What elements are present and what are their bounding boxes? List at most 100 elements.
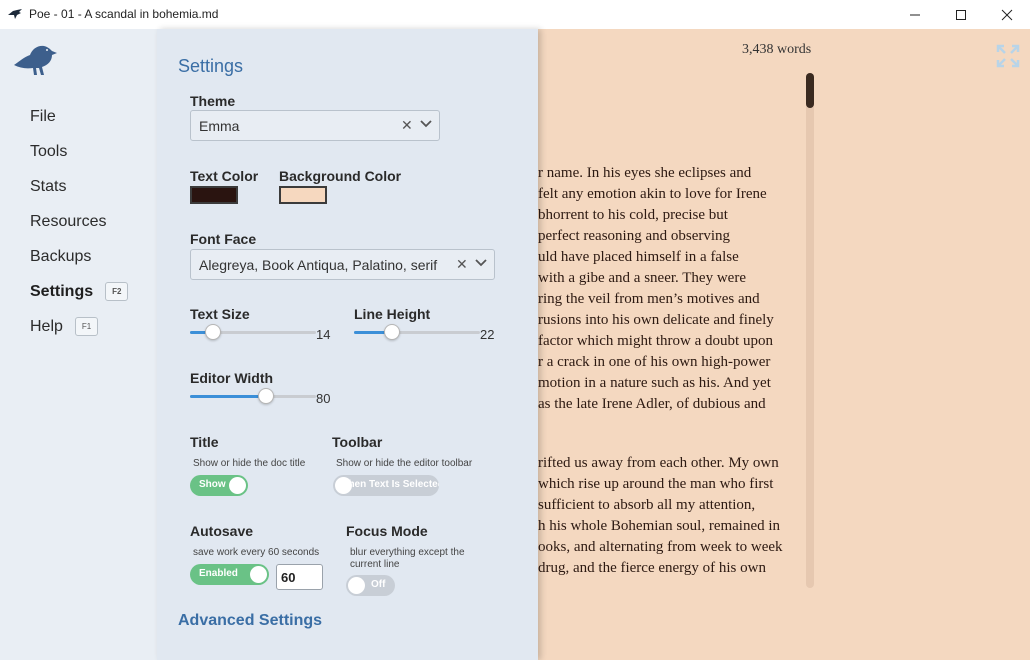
nav-item-label: Resources [30,213,107,230]
theme-select[interactable]: Emma ✕ [190,110,440,141]
nav-item-label: File [30,108,56,125]
font-face-select[interactable]: Alegreya, Book Antiqua, Palatino, serif … [190,249,495,280]
text-color-label: Text Color [190,168,259,184]
toggle-knob [335,477,352,494]
clear-icon[interactable]: ✕ [456,256,468,273]
text-line: with a gibe and a sneer. They were [538,270,746,286]
font-face-value: Alegreya, Book Antiqua, Palatino, serif [199,257,438,273]
text-line: ring the veil from men’s motives and [538,291,760,307]
title-bar: Poe - 01 - A scandal in bohemia.md [0,0,1030,29]
slider-thumb[interactable] [383,324,400,340]
editor-width-label: Editor Width [190,370,274,386]
nav-item-backups[interactable]: Backups [30,248,91,266]
settings-title: Settings [178,56,244,76]
sidebar-nav: File Tools Stats Resources Backups Setti… [0,29,157,660]
settings-panel: Settings Theme Emma ✕ Text Color Backgro… [157,29,538,660]
line-height-label: Line Height [354,306,431,322]
maximize-button[interactable] [938,0,984,29]
nav-item-label: Help [30,317,63,335]
toggle-state-label: When Text Is Selected [339,479,439,490]
theme-value: Emma [199,118,240,134]
text-line: sufficient to absorb all my attention, [538,497,756,513]
slider-thumb[interactable] [204,324,221,340]
scrollbar-thumb[interactable] [806,73,814,108]
focus-mode-description: blur everything except the current line [350,547,465,571]
editor-scrollbar[interactable] [806,73,814,588]
text-line: as the late Irene Adler, of dubious and [538,396,766,412]
text-size-label: Text Size [190,306,250,322]
background-color-swatch[interactable] [279,186,327,204]
text-color-swatch[interactable] [190,186,238,204]
autosave-label: Autosave [190,523,254,539]
chevron-down-icon[interactable] [419,117,433,134]
editor-width-value: 80 [316,391,331,406]
title-description: Show or hide the doc title [193,458,306,469]
word-count: 3,438 words [742,42,812,57]
shortcut-badge: F1 [74,317,99,336]
slider-fill [190,395,266,398]
toggle-state-label: Off [371,579,386,590]
toggle-knob [250,566,267,583]
minimize-icon [910,14,920,15]
text-line: ooks, and alternating from week to week [538,539,783,555]
autosave-description: save work every 60 seconds [193,547,320,558]
text-line: motion in a nature such as his. And yet [538,375,771,391]
toolbar-toggle[interactable]: When Text Is Selected [333,475,439,496]
slider-thumb[interactable] [257,388,274,404]
focus-mode-toggle[interactable]: Off [346,575,395,596]
focus-mode-description-line: current line [350,559,400,570]
advanced-settings-link[interactable]: Advanced Settings [178,612,322,630]
chevron-down-icon[interactable] [474,256,488,273]
autosave-toggle[interactable]: Enabled [190,564,269,585]
toolbar-description: Show or hide the editor toolbar [336,458,473,469]
text-line: r a crack in one of his own high-power [538,354,771,370]
nav-item-help[interactable]: Help F1 [30,317,99,336]
text-line: drug, and the fierce energy of his own [538,560,766,576]
editor-paragraph: rifted us away from each other. My own w… [538,453,798,579]
title-label: Title [190,434,219,450]
nav-item-label: Backups [30,248,92,265]
text-line: perfect reasoning and observing [538,228,731,244]
text-line: r name. In his eyes she eclipses and [538,165,752,181]
focus-mode-description-line: blur everything except the [350,547,465,558]
nav-item-tools[interactable]: Tools [30,143,67,161]
raven-logo-icon [14,45,57,75]
editor-area[interactable]: 3,438 words r name. In his eyes she ecli… [538,29,1030,660]
font-face-label: Font Face [190,231,257,247]
editor-width-slider[interactable] [190,388,316,406]
title-toggle[interactable]: Show [190,475,248,496]
nav-item-label: Tools [30,143,68,160]
text-size-slider[interactable] [190,324,316,342]
editor-paragraph: r name. In his eyes she eclipses and fel… [538,163,798,415]
clear-icon[interactable]: ✕ [401,117,413,134]
text-line: factor which might throw a doubt upon [538,333,773,349]
toolbar-label: Toolbar [332,434,383,450]
text-line: bhorrent to his cold, precise but [538,207,728,223]
background-color-label: Background Color [279,168,402,184]
nav-item-resources[interactable]: Resources [30,213,106,231]
nav-item-label: Stats [30,178,67,195]
nav-item-settings[interactable]: Settings F2 [30,282,129,301]
text-line: which rise up around the man who first [538,476,774,492]
focus-mode-label: Focus Mode [346,523,428,539]
nav-item-label: Settings [30,282,94,300]
line-height-value: 22 [480,327,495,342]
autosave-seconds-input[interactable]: 60 [276,564,323,590]
line-height-slider[interactable] [354,324,480,342]
text-size-value: 14 [316,327,331,342]
toggle-state-label: Enabled [199,568,238,579]
nav-item-stats[interactable]: Stats [30,178,66,196]
window-title: Poe - 01 - A scandal in bohemia.md [29,7,219,21]
close-icon [1001,9,1013,20]
minimize-button[interactable] [892,0,938,29]
text-line: rusions into his own delicate and finely [538,312,774,328]
text-line: h his whole Bohemian soul, remained in [538,518,781,534]
theme-label: Theme [190,93,236,109]
close-button[interactable] [984,0,1030,29]
text-line: uld have placed himself in a false [538,249,739,265]
toggle-knob [229,477,246,494]
maximize-icon [956,9,966,20]
nav-item-file[interactable]: File [30,108,56,126]
fullscreen-icon[interactable] [996,44,1020,68]
shortcut-badge: F2 [105,282,129,301]
